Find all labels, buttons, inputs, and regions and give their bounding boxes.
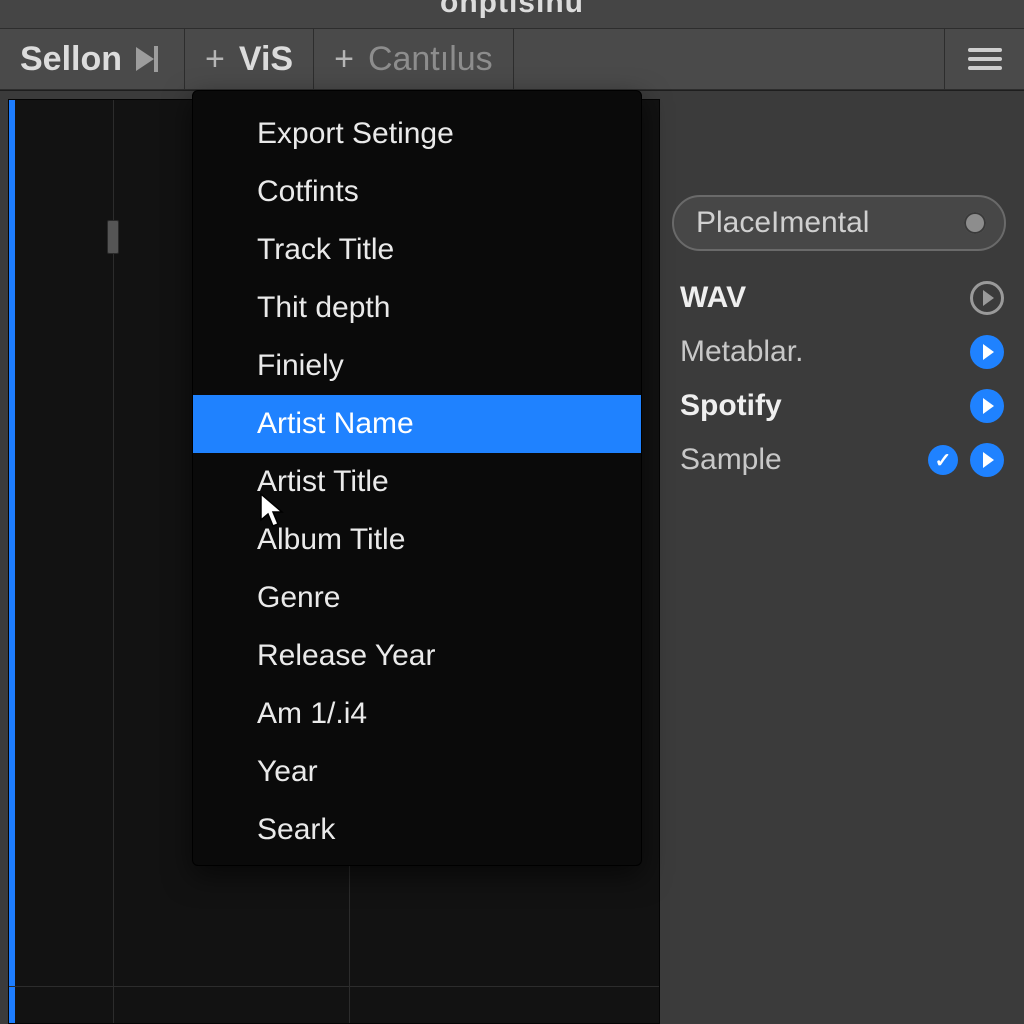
dropdown-item[interactable]: Track Title — [193, 221, 641, 279]
check-icon[interactable]: ✓ — [928, 445, 958, 475]
dropdown-menu[interactable]: Export SetingeCotfintsTrack TitleThit de… — [192, 90, 642, 866]
dropdown-item[interactable]: Year — [193, 743, 641, 801]
menu-button[interactable] — [944, 29, 1024, 89]
format-label: Spotify — [680, 389, 782, 423]
format-row[interactable]: Metablar. — [672, 325, 1006, 379]
dropdown-item[interactable]: Artist Title — [193, 453, 641, 511]
tab-label: Cantılus — [368, 40, 493, 79]
format-list: WAV Metablar. Spotify Sample ✓ — [672, 271, 1006, 487]
dropdown-item[interactable]: Thit depth — [193, 279, 641, 337]
record-icon — [964, 212, 986, 234]
row-icons — [970, 281, 1004, 315]
window-title-fragment: onptisınu — [0, 0, 1024, 20]
dropdown-item[interactable]: Seark — [193, 801, 641, 859]
play-icon[interactable] — [970, 281, 1004, 315]
dropdown-item[interactable]: Album Title — [193, 511, 641, 569]
hamburger-icon — [968, 48, 1002, 70]
side-panel: PlaceImental WAV Metablar. Spotify Sample ✓ — [672, 195, 1006, 487]
dropdown-item[interactable]: Cotfints — [193, 163, 641, 221]
dropdown-item[interactable]: Am 1/.i4 — [193, 685, 641, 743]
tab-sellon[interactable]: Sellon — [0, 29, 185, 89]
dropdown-item[interactable]: Artist Name — [193, 395, 641, 453]
format-label: Sample — [680, 443, 782, 477]
dropdown-item[interactable]: Export Setinge — [193, 101, 641, 163]
region-handle[interactable] — [107, 220, 119, 254]
tab-label: ViS — [239, 40, 293, 79]
format-row[interactable]: Spotify — [672, 379, 1006, 433]
row-icons — [970, 389, 1004, 423]
grid-line — [9, 986, 659, 987]
search-label: PlaceImental — [696, 206, 869, 240]
skip-end-icon — [136, 45, 164, 73]
dropdown-item[interactable]: Finiely — [193, 337, 641, 395]
row-icons: ✓ — [928, 443, 1004, 477]
play-icon[interactable] — [970, 389, 1004, 423]
format-label: Metablar. — [680, 335, 803, 369]
play-icon[interactable] — [970, 443, 1004, 477]
row-icons — [970, 335, 1004, 369]
tab-cantilus[interactable]: + Cantılus — [314, 29, 514, 89]
search-pill[interactable]: PlaceImental — [672, 195, 1006, 251]
track-accent-bar — [9, 100, 15, 1023]
tab-vis[interactable]: + ViS — [185, 29, 314, 89]
play-icon[interactable] — [970, 335, 1004, 369]
plus-icon: + — [334, 40, 354, 79]
dropdown-item[interactable]: Genre — [193, 569, 641, 627]
format-row[interactable]: Sample ✓ — [672, 433, 1006, 487]
dropdown-item[interactable]: Release Year — [193, 627, 641, 685]
format-row[interactable]: WAV — [672, 271, 1006, 325]
format-label: WAV — [680, 281, 746, 315]
plus-icon: + — [205, 40, 225, 79]
tab-label: Sellon — [20, 40, 122, 79]
toolbar: Sellon + ViS + Cantılus — [0, 28, 1024, 90]
